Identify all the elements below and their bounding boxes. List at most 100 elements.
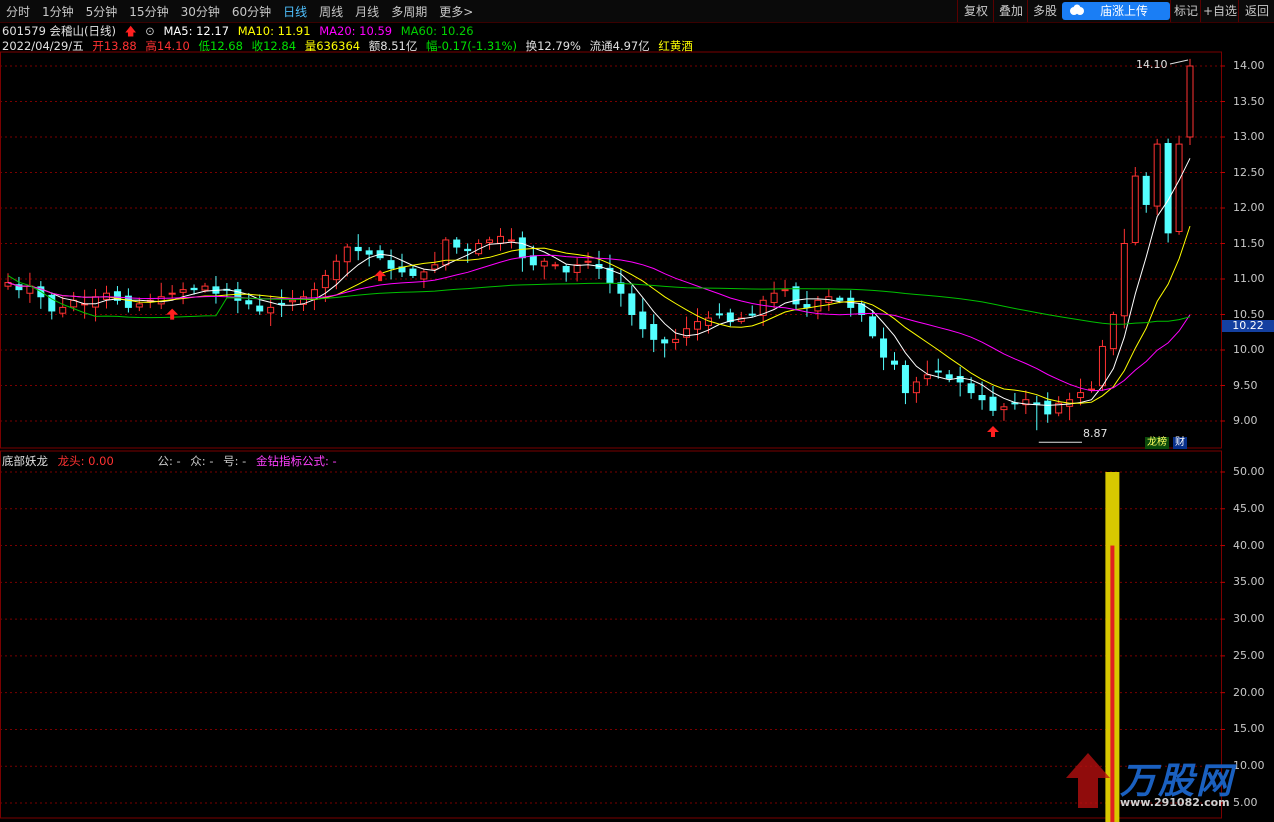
candle-body (321, 274, 329, 289)
multi-stock-button[interactable]: 多股 (1027, 0, 1062, 22)
stock-info-line: 601579 会稽山(日线) 🡅 ⊙ MA5: 12.17 MA10: 11.9… (2, 23, 479, 38)
ma5-line (7, 158, 1191, 406)
high-marker-label: 14.10 (1136, 58, 1168, 71)
candle-body (967, 383, 975, 394)
candle-body (278, 302, 286, 305)
add-watchlist-button[interactable]: +自选 (1200, 0, 1239, 22)
tab-more[interactable]: 更多> (433, 3, 479, 20)
candle-body (595, 263, 603, 269)
candle-body (1066, 399, 1074, 407)
candle-body (365, 250, 373, 255)
candle-body (518, 237, 526, 259)
price-tick-label: 11.50 (1233, 236, 1265, 250)
back-button[interactable]: 返回 (1238, 0, 1274, 22)
candle-body (912, 381, 920, 394)
indicator-tick-label: 30.00 (1233, 612, 1265, 626)
candle-body (190, 287, 198, 291)
indicator-panel-frame (0, 450, 1222, 819)
candle-body (1044, 400, 1052, 415)
candle-body (1164, 143, 1172, 234)
price-panel-frame (0, 51, 1222, 449)
rank-badge[interactable]: 龙榜 (1145, 437, 1169, 449)
low-marker-label: 8.87 (1083, 427, 1108, 440)
quote-open: 开13.88 (92, 39, 137, 53)
ma60-label: MA60: 10.26 (400, 24, 474, 38)
candle-body (26, 285, 34, 294)
ma20-label: MA20: 10.59 (319, 24, 393, 38)
candle-body (715, 313, 723, 316)
candle-body (617, 282, 625, 294)
candle-body (507, 239, 515, 242)
tab-minute[interactable]: 分时 (0, 3, 36, 20)
candle-body (92, 296, 100, 308)
candle-body (168, 292, 176, 295)
restore-rights-button[interactable]: 复权 (957, 0, 994, 22)
candle-body (836, 297, 844, 301)
candle-body (639, 311, 647, 330)
candle-body (945, 374, 953, 379)
settings-icon[interactable]: ⊙ (145, 24, 155, 38)
overlay-button[interactable]: 叠加 (993, 0, 1028, 22)
tab-5min[interactable]: 5分钟 (80, 3, 124, 20)
candle-body (15, 284, 23, 291)
price-tick-label: 13.50 (1233, 94, 1265, 108)
candle-body (124, 295, 132, 308)
candle-body (267, 306, 275, 314)
quote-date: 2022/04/29/五 (2, 39, 84, 53)
watermark: 万股网 www.291082.com (1058, 748, 1268, 818)
gong-value: 公: - (157, 454, 181, 468)
finance-badge[interactable]: 财 (1173, 437, 1187, 449)
indicator-header: 底部妖龙 龙头: 0.00 公: - 众: - 号: - 金钻指标公式: - (2, 453, 343, 469)
promo-button[interactable]: 庙涨上传 (1062, 2, 1170, 20)
candle-body (770, 292, 778, 304)
candle-body (726, 312, 734, 323)
zhong-value: 众: - (190, 454, 214, 468)
quote-sector: 红黄酒 (658, 39, 693, 53)
indicator-name[interactable]: 底部妖龙 (2, 454, 48, 468)
tab-weekly[interactable]: 周线 (313, 3, 349, 20)
quote-change: 幅-0.17(-1.31%) (426, 39, 517, 53)
candle-body (135, 303, 143, 308)
price-tick-label: 9.50 (1233, 378, 1258, 392)
candle-body (1131, 175, 1139, 244)
tab-daily[interactable]: 日线 (277, 3, 313, 20)
tab-multi-period[interactable]: 多周期 (385, 3, 433, 20)
candle-body (453, 239, 461, 248)
candle-body (814, 299, 822, 312)
quote-amount: 额8.51亿 (368, 39, 418, 53)
tab-monthly[interactable]: 月线 (349, 3, 385, 20)
candle-body (825, 296, 833, 303)
candle-body (146, 299, 154, 303)
indicator-tick-label: 25.00 (1233, 648, 1265, 662)
candle-body (529, 255, 537, 266)
candle-body (661, 339, 669, 344)
buy-arrow-icon (987, 426, 999, 438)
candle-body (748, 313, 756, 316)
candle-body (70, 299, 78, 308)
candle-body (4, 282, 12, 287)
candle-body (737, 317, 745, 322)
candle-body (409, 268, 417, 276)
price-tick-label: 14.00 (1233, 59, 1265, 72)
quote-low: 低12.68 (198, 39, 243, 53)
candle-body (1109, 314, 1117, 350)
candle-body (869, 316, 877, 337)
candle-body (37, 286, 45, 298)
candle-body (59, 306, 67, 314)
tab-60min[interactable]: 60分钟 (226, 3, 277, 20)
candle-body (234, 289, 242, 301)
buy-arrow-icon (374, 270, 387, 282)
candle-body (934, 370, 942, 373)
candle-body (803, 304, 811, 308)
tab-1min[interactable]: 1分钟 (36, 3, 80, 20)
buy-arrow-icon (166, 308, 179, 320)
candle-body (989, 396, 997, 411)
mark-button[interactable]: 标记 (1170, 0, 1201, 22)
candle-body (562, 265, 570, 273)
indicator-tick-label: 50.00 (1233, 465, 1265, 478)
tab-15min[interactable]: 15分钟 (123, 3, 174, 20)
tab-30min[interactable]: 30分钟 (175, 3, 226, 20)
up-arrow-icon: 🡅 (124, 24, 137, 38)
candle-body (1142, 175, 1150, 205)
hao-value: 号: - (223, 454, 247, 468)
